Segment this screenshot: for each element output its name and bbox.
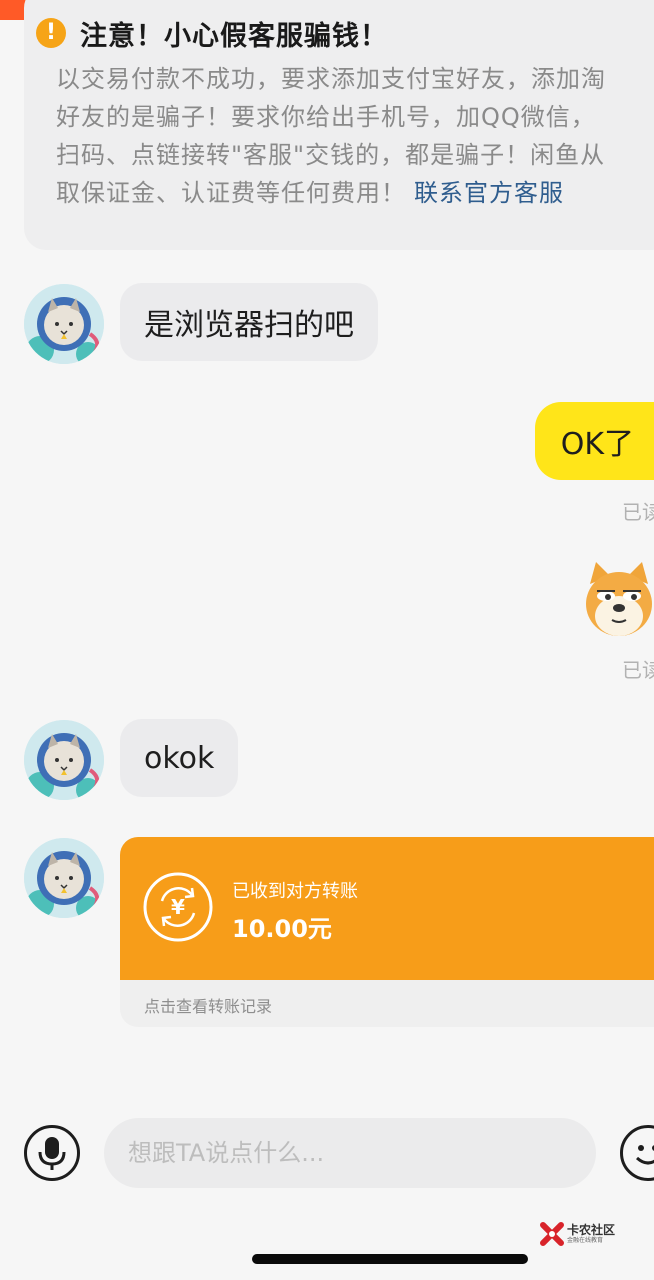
contact-avatar[interactable]: [24, 284, 104, 364]
voice-input-button[interactable]: [24, 1125, 80, 1181]
watermark-subtitle: 金融在线教育: [567, 1237, 604, 1244]
incoming-message-bubble[interactable]: 是浏览器扫的吧: [120, 283, 378, 361]
read-status: 已读: [622, 658, 654, 682]
notice-body: 以交易付款不成功，要求添加支付宝好友，添加淘 好友的是骗子！要求你给出手机号，加…: [56, 60, 654, 212]
contact-avatar[interactable]: [24, 838, 104, 918]
cat-astronaut-icon: [24, 838, 104, 918]
emoji-button[interactable]: [620, 1125, 654, 1181]
microphone-icon: [38, 1137, 66, 1170]
svg-text:¥: ¥: [171, 895, 185, 919]
notice-line: 好友的是骗子！要求你给出手机号，加QQ微信，: [56, 103, 596, 131]
watermark-name: 卡农社区: [567, 1223, 616, 1237]
cat-astronaut-icon: [24, 720, 104, 800]
shiba-dog-sticker[interactable]: [584, 562, 654, 638]
message-input[interactable]: [104, 1118, 596, 1188]
exclamation-icon: !: [36, 18, 66, 48]
transfer-card-header: ¥ 已收到对方转账 10.00元: [120, 837, 654, 980]
view-transfer-record-link[interactable]: 点击查看转账记录: [144, 993, 272, 1017]
incoming-message-bubble[interactable]: okok: [120, 719, 239, 797]
notice-title: 注意！小心假客服骗钱！: [80, 20, 388, 52]
notice-line-text: 取保证金、认证费等任何费用！: [56, 179, 406, 207]
kanong-logo-icon: [540, 1222, 564, 1246]
notice-line: 扫码、点链接转"客服"交钱的，都是骗子！闲鱼从: [56, 141, 606, 169]
notice-title-row: ! 注意！小心假客服骗钱！: [36, 16, 388, 52]
read-status: 已读: [622, 500, 654, 524]
transfer-amount: 10.00元: [232, 915, 332, 943]
smiley-icon: [635, 1145, 654, 1165]
transfer-card[interactable]: ¥ 已收到对方转账 10.00元 点击查看转账记录: [120, 837, 654, 1027]
outgoing-message-bubble[interactable]: OK了: [534, 402, 654, 480]
transfer-status: 已收到对方转账: [232, 881, 358, 902]
notice-line: 以交易付款不成功，要求添加支付宝好友，添加淘: [56, 65, 606, 93]
yuan-transfer-icon: ¥: [143, 872, 213, 942]
watermark: 卡农社区 金融在线教育: [540, 1222, 615, 1246]
contact-official-service-link[interactable]: 联系官方客服: [414, 179, 564, 207]
cat-astronaut-icon: [24, 284, 104, 364]
contact-avatar[interactable]: [24, 720, 104, 800]
notice-line-last: 取保证金、认证费等任何费用！ 联系官方客服: [56, 174, 654, 212]
home-indicator[interactable]: [252, 1254, 528, 1264]
